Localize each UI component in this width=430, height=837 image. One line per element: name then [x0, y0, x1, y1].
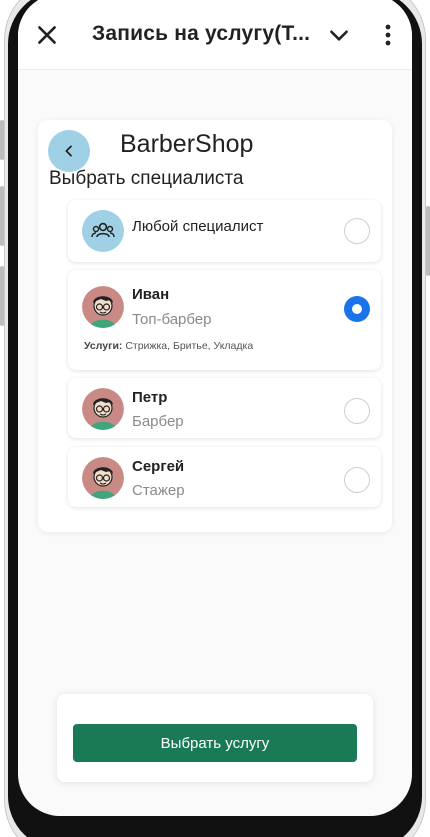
- specialist-role: Барбер: [132, 413, 184, 430]
- phone-power-button: [426, 206, 430, 276]
- specialist-option-any[interactable]: Любой специалист: [68, 200, 381, 262]
- specialist-services: Услуги: Стрижка, Бритье, Укладка: [84, 340, 253, 352]
- specialist-option-petr[interactable]: Петр Барбер: [68, 378, 381, 438]
- radio-button[interactable]: [344, 398, 370, 424]
- section-title: Выбрать специалиста: [49, 168, 244, 189]
- brand-name: BarberShop: [120, 130, 254, 158]
- phone-side-button: [0, 266, 4, 326]
- select-service-button[interactable]: Выбрать услугу: [73, 724, 357, 762]
- radio-button[interactable]: [344, 218, 370, 244]
- more-vertical-icon[interactable]: [378, 22, 398, 48]
- booking-card: BarberShop Выбрать специалиста Любой спе…: [38, 120, 392, 532]
- radio-button[interactable]: [344, 467, 370, 493]
- specialist-name: Иван: [132, 286, 170, 303]
- specialist-name: Сергей: [132, 458, 185, 475]
- phone-side-button: [0, 120, 4, 160]
- services-list: Стрижка, Бритье, Укладка: [125, 340, 254, 352]
- person-avatar-icon: [82, 388, 124, 430]
- phone-side-button: [0, 186, 4, 246]
- specialist-role: Стажер: [132, 482, 185, 499]
- bottom-action-panel: Выбрать услугу: [57, 694, 373, 782]
- page-title: Запись на услугу(Т...: [92, 22, 311, 45]
- chevron-down-icon[interactable]: [326, 22, 352, 48]
- close-icon[interactable]: [34, 22, 60, 48]
- specialist-option-sergey[interactable]: Сергей Стажер: [68, 447, 381, 507]
- chevron-left-icon: [65, 145, 72, 157]
- app-bar: Запись на услугу(Т...: [18, 0, 412, 70]
- group-icon: [82, 210, 124, 252]
- radio-button-selected[interactable]: [344, 296, 370, 322]
- specialist-role: Топ-барбер: [132, 311, 212, 328]
- specialist-name: Любой специалист: [132, 218, 264, 235]
- specialist-name: Петр: [132, 389, 168, 406]
- back-button[interactable]: [48, 130, 90, 172]
- services-label: Услуги:: [84, 340, 123, 352]
- specialist-option-ivan[interactable]: Иван Топ-барбер Услуги: Стрижка, Бритье,…: [68, 270, 381, 370]
- person-avatar-icon: [82, 286, 124, 328]
- app-screen: Запись на услугу(Т... BarberShop Выбрать…: [18, 0, 412, 816]
- person-avatar-icon: [82, 457, 124, 499]
